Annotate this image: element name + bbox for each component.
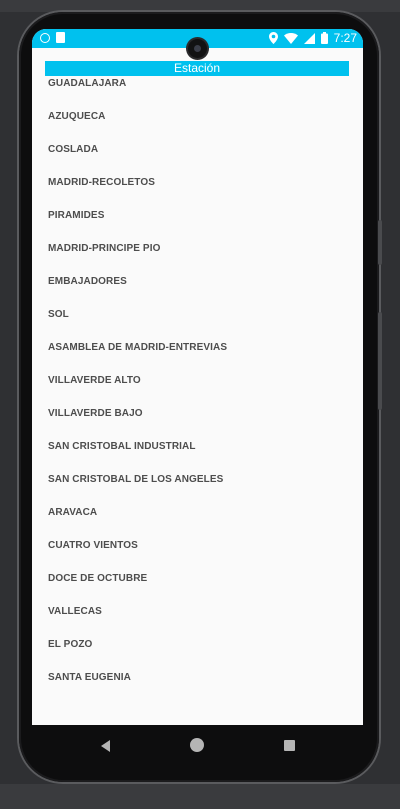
station-item[interactable]: DOCE DE OCTUBRE <box>48 573 348 584</box>
front-camera <box>188 39 207 58</box>
sync-icon <box>40 32 50 43</box>
station-item[interactable]: ASAMBLEA DE MADRID-ENTREVIAS <box>48 342 348 353</box>
station-header: Estación <box>45 61 349 76</box>
app-screen: 7:27 Estación GUADALAJARA AZUQUECA COSLA… <box>32 29 363 725</box>
station-item[interactable]: SAN CRISTOBAL INDUSTRIAL <box>48 441 348 452</box>
sd-card-icon <box>56 32 65 43</box>
power-button[interactable] <box>378 220 382 265</box>
station-item[interactable]: VILLAVERDE ALTO <box>48 375 348 386</box>
station-item[interactable]: ARAVACA <box>48 507 348 518</box>
wifi-icon <box>283 32 298 44</box>
station-item[interactable]: CUATRO VIENTOS <box>48 540 348 551</box>
station-item[interactable]: MADRID-RECOLETOS <box>48 177 348 188</box>
location-icon <box>268 32 278 44</box>
recents-icon[interactable] <box>284 740 295 751</box>
volume-button[interactable] <box>378 312 382 410</box>
station-item[interactable]: COSLADA <box>48 144 348 155</box>
emulator-bottom-band <box>0 784 400 809</box>
station-item[interactable]: PIRAMIDES <box>48 210 348 221</box>
status-time: 7:27 <box>333 31 357 45</box>
station-item[interactable]: MADRID-PRINCIPE PIO <box>48 243 348 254</box>
emulator-top-band <box>0 0 400 12</box>
navigation-bar <box>32 725 363 767</box>
station-item[interactable]: SOL <box>48 309 348 320</box>
back-icon[interactable] <box>101 740 110 752</box>
station-item[interactable]: SANTA EUGENIA <box>48 672 348 683</box>
station-item[interactable]: SAN CRISTOBAL DE LOS ANGELES <box>48 474 348 485</box>
station-item[interactable]: GUADALAJARA <box>48 78 348 89</box>
home-icon[interactable] <box>190 738 204 752</box>
station-item[interactable]: AZUQUECA <box>48 111 348 122</box>
station-item[interactable]: VALLECAS <box>48 606 348 617</box>
station-item[interactable]: VILLAVERDE BAJO <box>48 408 348 419</box>
status-left-icons <box>40 32 65 43</box>
station-item[interactable]: EL POZO <box>48 639 348 650</box>
status-right-icons: 7:27 <box>268 31 357 45</box>
station-item[interactable]: EMBAJADORES <box>48 276 348 287</box>
station-list[interactable]: GUADALAJARA AZUQUECA COSLADA MADRID-RECO… <box>32 76 363 725</box>
battery-icon <box>320 32 328 44</box>
signal-icon <box>303 32 315 44</box>
